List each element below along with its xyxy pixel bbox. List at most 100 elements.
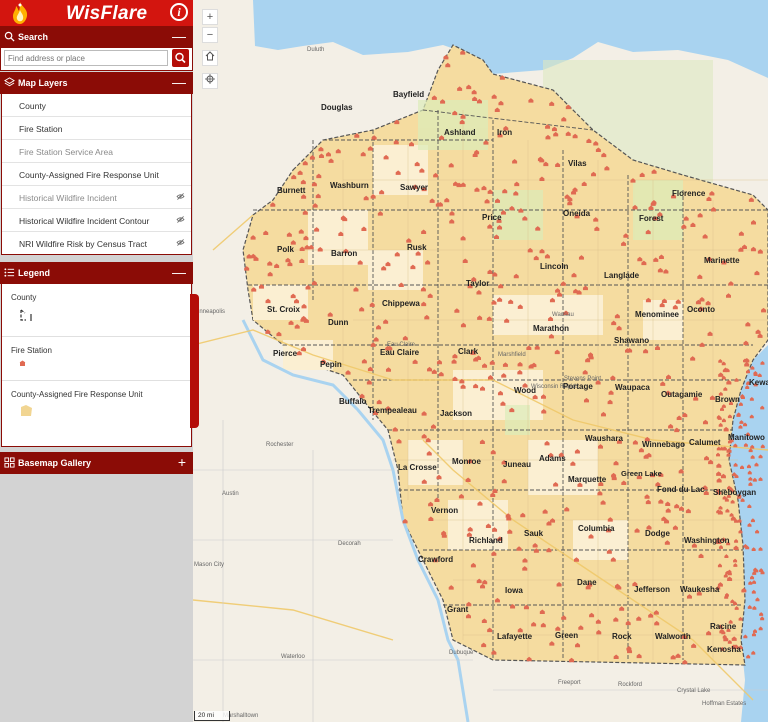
place-label: Mason City (194, 562, 225, 568)
list-icon (4, 268, 15, 277)
hidden-eye-icon[interactable] (176, 239, 185, 246)
county-label: Sheboygan (713, 488, 757, 497)
county-label: Oneida (563, 209, 591, 218)
county-label: Waupaca (615, 383, 650, 392)
legend-item-title: County (11, 293, 37, 302)
county-label: Crawford (418, 555, 454, 564)
sidebar: WisFlare i Search — Map Layers — County … (0, 0, 193, 722)
county-label: Menominee (635, 310, 680, 319)
layer-item-county[interactable]: County (2, 94, 191, 117)
county-label: Marinette (704, 256, 740, 265)
county-label: Juneau (503, 460, 532, 469)
county-label: Adams (539, 454, 566, 463)
county-label: Buffalo (339, 397, 367, 406)
fire-station-swatch (19, 360, 26, 366)
layer-item-historical-wildfire-incident[interactable]: Historical Wildfire Incident (2, 186, 191, 209)
search-input[interactable] (4, 50, 168, 66)
place-label: Duluth (307, 47, 325, 53)
layer-item-nri-wildfire-risk[interactable]: NRI Wildfire Risk by Census Tract (2, 232, 191, 254)
county-label: Outagamie (661, 390, 703, 399)
place-label: Waterloo (281, 654, 305, 660)
layer-item-fire-station-service-area[interactable]: Fire Station Service Area (2, 140, 191, 163)
legend-body: County Fire Station County-Assigned Fire… (1, 284, 192, 447)
hidden-eye-icon[interactable] (176, 216, 185, 223)
legend-item-title: County-Assigned Fire Response Unit (11, 390, 143, 399)
map-layers-header[interactable]: Map Layers — (0, 72, 193, 94)
county-label: Forest (639, 214, 664, 223)
layer-label: Fire Station Service Area (19, 147, 114, 157)
collapse-icon[interactable]: — (172, 264, 186, 280)
search-button[interactable] (172, 49, 189, 67)
layer-item-historical-wildfire-contour[interactable]: Historical Wildfire Incident Contour (2, 209, 191, 232)
county-label: Clark (458, 347, 479, 356)
basemap-gallery-panel: Basemap Gallery + (0, 452, 193, 474)
app-header: WisFlare i (0, 0, 193, 26)
basemap (193, 0, 768, 722)
county-label: Langlade (604, 271, 640, 280)
county-label: Taylor (466, 279, 490, 288)
locate-button[interactable] (202, 73, 218, 89)
app-title: WisFlare (66, 3, 148, 24)
county-label: Green Lake (621, 469, 662, 478)
county-label: Oconto (687, 305, 715, 314)
map-layers-title: Map Layers (18, 78, 68, 88)
county-label: Iowa (505, 586, 523, 595)
county-label: Vilas (568, 159, 587, 168)
county-label: Fond du Lac (657, 485, 705, 494)
county-label: Barron (331, 249, 358, 258)
county-label: Sawyer (400, 183, 429, 192)
county-label: Price (482, 213, 502, 222)
search-icon (4, 31, 15, 42)
county-label: La Crosse (398, 463, 437, 472)
layer-label: Historical Wildfire Incident (19, 193, 117, 203)
county-label: Dunn (328, 318, 349, 327)
county-label: Washington (684, 536, 730, 545)
map-view[interactable]: + − Bayfield Douglas Ashland Iron Vilas … (193, 0, 768, 722)
county-label: Ashland (444, 128, 476, 137)
expand-icon[interactable]: + (178, 454, 186, 470)
place-label: Wausau (552, 312, 574, 318)
collapse-icon[interactable]: — (172, 28, 186, 44)
county-label: Dane (577, 578, 597, 587)
county-label: Lafayette (497, 632, 533, 641)
county-label: Pierce (273, 349, 298, 358)
info-icon[interactable]: i (170, 3, 188, 21)
home-icon (205, 51, 215, 61)
county-label: Racine (710, 622, 737, 631)
county-label: Kewa (749, 378, 768, 387)
county-label: Eau Claire (380, 348, 420, 357)
basemap-gallery-header[interactable]: Basemap Gallery + (0, 452, 193, 474)
basemap-gallery-title: Basemap Gallery (18, 458, 92, 468)
place-label: Crystal Lake (677, 688, 711, 694)
grid-icon (4, 457, 15, 468)
county-label: Dodge (645, 529, 670, 538)
county-label: Manitowo (728, 433, 765, 442)
place-label: Austin (222, 491, 239, 497)
place-label: Stevens Point (564, 376, 602, 382)
county-label: Bayfield (393, 90, 425, 99)
county-label: Kenosha (707, 645, 741, 654)
layer-item-fire-station[interactable]: Fire Station (2, 117, 191, 140)
legend-header[interactable]: Legend — (0, 262, 193, 284)
sidebar-collapse-handle[interactable] (190, 294, 199, 428)
county-label: Marquette (568, 475, 607, 484)
county-label: Brown (715, 395, 740, 404)
layer-label: County-Assigned Fire Response Unit (19, 170, 159, 180)
county-label: Pepin (320, 360, 342, 369)
flame-logo-icon (13, 2, 28, 24)
home-button[interactable] (202, 50, 218, 66)
zoom-in-button[interactable]: + (202, 9, 218, 25)
layer-item-fire-response-unit[interactable]: County-Assigned Fire Response Unit (2, 163, 191, 186)
county-label: Florence (672, 189, 706, 198)
legend-item-title: Fire Station (11, 346, 52, 355)
place-label: Rochester (266, 442, 294, 448)
zoom-out-button[interactable]: − (202, 27, 218, 43)
county-outline-swatch (20, 309, 32, 321)
search-panel-header[interactable]: Search — (0, 26, 193, 48)
hidden-eye-icon[interactable] (176, 193, 185, 200)
scale-bar: 20 mi (194, 711, 230, 721)
place-label: Marshfield (498, 352, 526, 358)
county-label: Winnebago (642, 440, 686, 449)
collapse-icon[interactable]: — (172, 74, 186, 90)
place-label: Freeport (558, 680, 581, 686)
